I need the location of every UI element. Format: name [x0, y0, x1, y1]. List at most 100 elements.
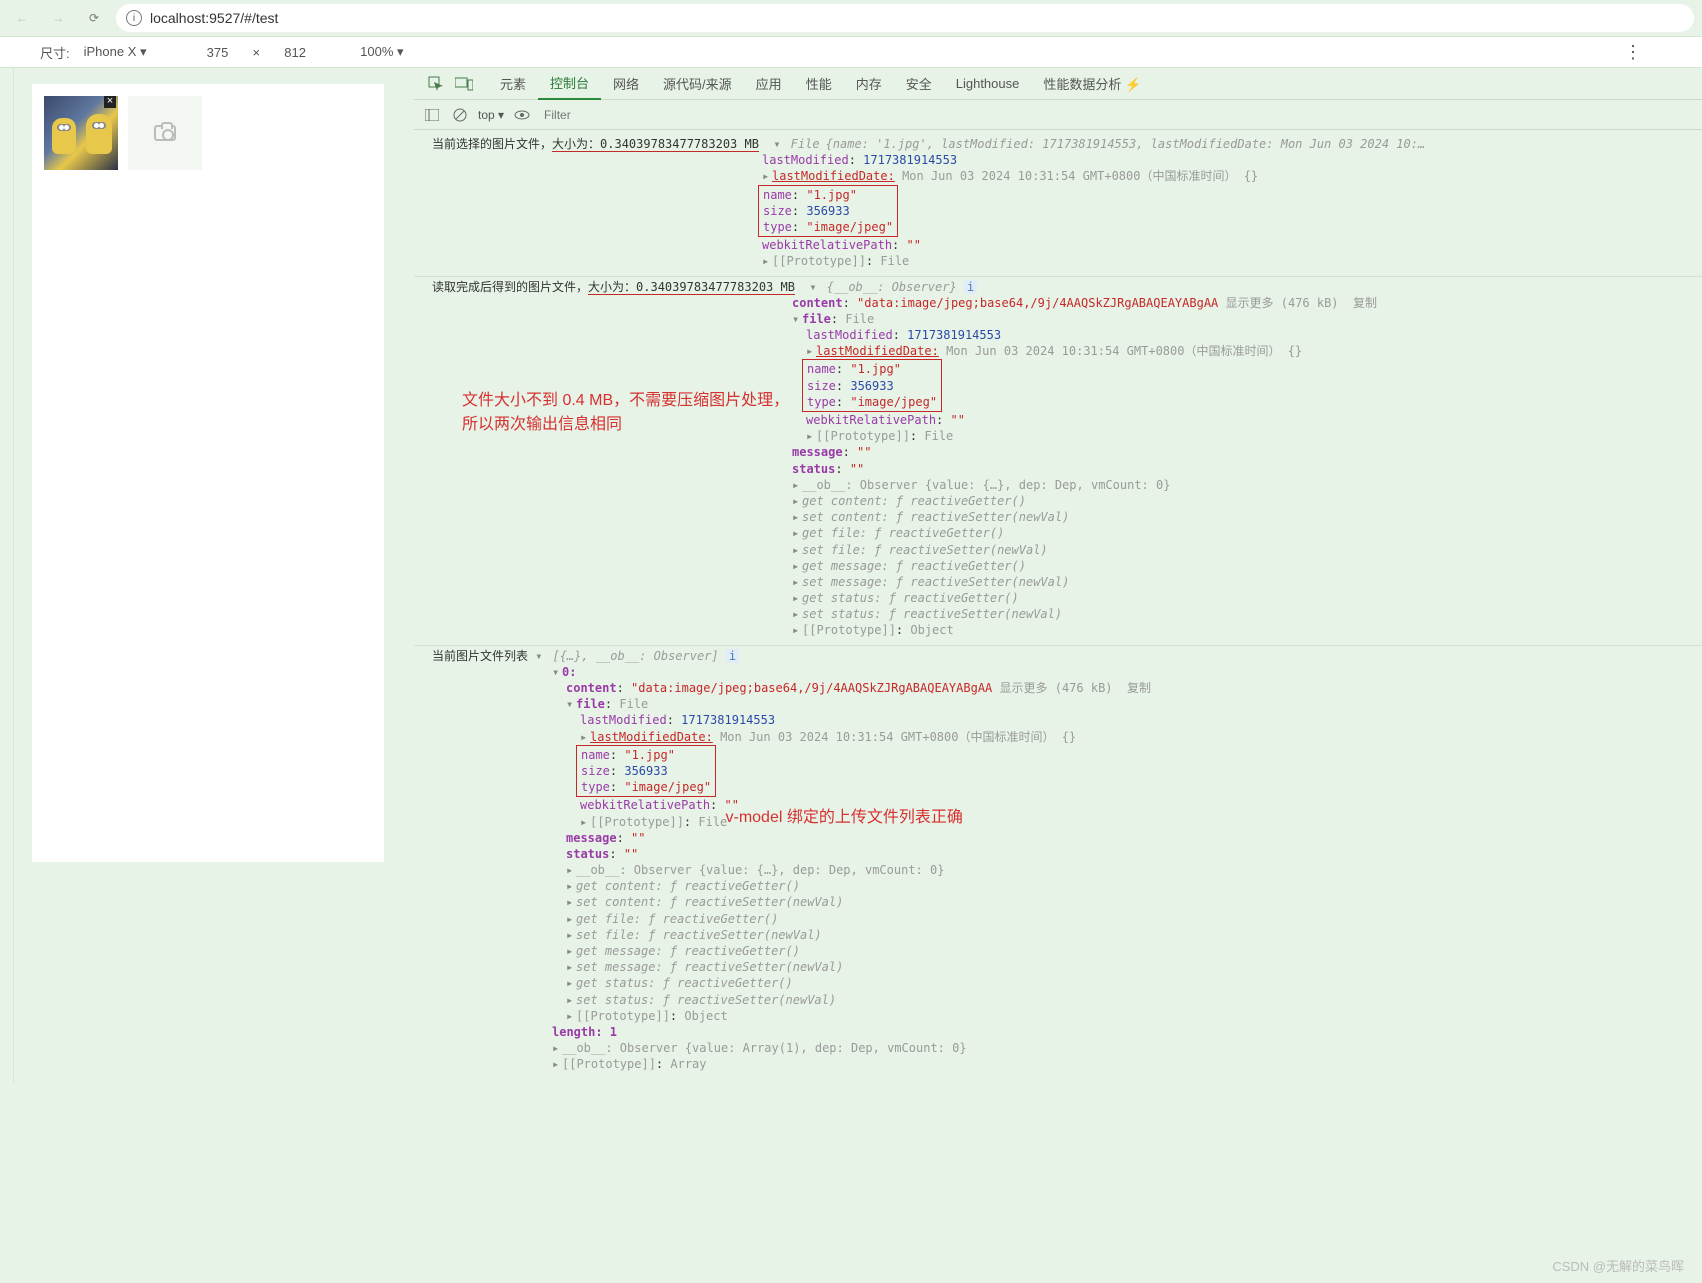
add-image-button[interactable]: [128, 96, 202, 170]
log-size: 大小为：0.34039783477783203 MB: [552, 137, 759, 152]
expand-icon[interactable]: ▸: [792, 590, 802, 606]
info-badge-icon[interactable]: i: [726, 649, 739, 663]
log-text: 读取完成后得到的图片文件，: [432, 280, 588, 294]
highlighted-props: name: "1.jpg" size: 356933 type: "image/…: [802, 359, 942, 412]
tab-perf-insights[interactable]: 性能数据分析 ⚡: [1031, 68, 1153, 99]
expand-icon[interactable]: ▸: [806, 343, 816, 359]
expand-icon[interactable]: ▾: [809, 279, 819, 295]
expand-icon[interactable]: ▾: [535, 648, 545, 664]
info-badge-icon[interactable]: i: [964, 280, 977, 294]
device-toolbar: 尺寸: iPhone X ▾ 375 × 812 100% ▾ ⋮: [0, 36, 1702, 68]
expand-icon[interactable]: ▸: [762, 253, 772, 269]
devtools-tabs: 元素 控制台 网络 源代码/来源 应用 性能 内存 安全 Lighthouse …: [414, 68, 1702, 100]
console-log-entry: 当前图片文件列表 ▾ [{…}, __ob__: Observer] i ▾0:…: [414, 645, 1702, 1079]
address-bar[interactable]: i localhost:9527/#/test: [116, 4, 1694, 32]
prop-val: Mon Jun 03 2024 10:31:54 GMT+0800（中国标准时间…: [902, 169, 1258, 183]
tab-application[interactable]: 应用: [744, 68, 794, 99]
expand-icon[interactable]: ▸: [806, 428, 816, 444]
expand-icon[interactable]: ▾: [773, 136, 783, 152]
copy-link[interactable]: 复制: [1127, 681, 1151, 695]
zoom-select[interactable]: 100% ▾: [360, 44, 403, 60]
height-input[interactable]: 812: [270, 45, 320, 60]
expand-icon[interactable]: ▾: [792, 311, 802, 327]
expand-icon[interactable]: ▾: [552, 664, 562, 680]
tab-elements[interactable]: 元素: [488, 68, 538, 99]
expand-icon[interactable]: ▸: [566, 943, 576, 959]
device-select[interactable]: iPhone X ▾: [84, 44, 147, 60]
expand-icon[interactable]: ▸: [792, 558, 802, 574]
expand-icon[interactable]: ▸: [792, 509, 802, 525]
expand-icon[interactable]: ▸: [580, 814, 590, 830]
more-options-icon[interactable]: ⋮: [1624, 42, 1642, 63]
expand-icon[interactable]: ▾: [566, 696, 576, 712]
array-inline: [{…}, __ob__: Observer]: [552, 649, 718, 663]
expand-icon[interactable]: ▸: [566, 862, 576, 878]
tab-console[interactable]: 控制台: [538, 67, 601, 100]
prop-key[interactable]: lastModifiedDate:: [772, 169, 895, 183]
file-inline: {name: '1.jpg', lastModified: 1717381914…: [826, 136, 1684, 152]
clear-console-icon[interactable]: [450, 105, 470, 125]
expand-icon[interactable]: ▸: [792, 574, 802, 590]
device-toggle-icon[interactable]: [450, 70, 478, 98]
inspect-element-icon[interactable]: [422, 70, 450, 98]
back-button[interactable]: ←: [8, 4, 36, 32]
expand-icon[interactable]: ▸: [566, 911, 576, 927]
forward-button[interactable]: →: [44, 4, 72, 32]
observer-inline: {__ob__: Observer}: [827, 280, 957, 294]
sidebar-toggle-icon[interactable]: [422, 105, 442, 125]
expand-icon[interactable]: ▸: [566, 927, 576, 943]
expand-icon[interactable]: ▸: [552, 1056, 562, 1072]
expand-icon[interactable]: ▸: [792, 477, 802, 493]
dim-x: ×: [253, 45, 261, 60]
image-thumbnail[interactable]: [44, 96, 118, 170]
expand-icon[interactable]: ▸: [792, 606, 802, 622]
reload-button[interactable]: ⟳: [80, 4, 108, 32]
live-expression-icon[interactable]: [512, 105, 532, 125]
highlighted-props: name: "1.jpg" size: 356933 type: "image/…: [758, 185, 898, 238]
prop-val: 1717381914553: [863, 153, 957, 167]
length-key: length: 1: [552, 1025, 617, 1039]
annotation-text: 文件大小不到 0.4 MB，不需要压缩图片处理， 所以两次输出信息相同: [462, 389, 789, 437]
expand-icon[interactable]: ▸: [566, 894, 576, 910]
log-text: 当前图片文件列表: [432, 649, 535, 663]
expand-icon[interactable]: ▸: [792, 542, 802, 558]
prop-key: lastModified: [762, 153, 849, 167]
show-more-link[interactable]: 显示更多 (476 kB): [1000, 681, 1113, 695]
expand-icon[interactable]: ▸: [552, 1040, 562, 1056]
expand-icon[interactable]: ▸: [566, 992, 576, 1008]
dimensions-label: 尺寸:: [40, 43, 70, 62]
device-preview-panel: [14, 68, 414, 1083]
console-log-entry: 当前选择的图片文件，大小为：0.34039783477783203 MB ▾ F…: [414, 134, 1702, 276]
expand-icon[interactable]: ▸: [566, 1008, 576, 1024]
expand-icon[interactable]: ▸: [792, 493, 802, 509]
context-select[interactable]: top ▾: [478, 108, 504, 122]
app-viewport: [32, 84, 384, 862]
index-key: 0:: [562, 665, 576, 679]
copy-link[interactable]: 复制: [1353, 296, 1377, 310]
tab-security[interactable]: 安全: [894, 68, 944, 99]
tab-memory[interactable]: 内存: [844, 68, 894, 99]
expand-icon[interactable]: ▸: [566, 975, 576, 991]
filter-input[interactable]: [540, 108, 1694, 122]
ruler-column: [0, 68, 14, 1083]
expand-icon[interactable]: ▸: [566, 959, 576, 975]
expand-icon[interactable]: ▸: [566, 878, 576, 894]
file-type: File: [791, 137, 820, 151]
show-more-link[interactable]: 显示更多 (476 kB): [1226, 296, 1339, 310]
site-info-icon[interactable]: i: [126, 10, 142, 26]
log-size: 大小为：0.34039783477783203 MB: [588, 280, 795, 295]
console-log-entry: 读取完成后得到的图片文件，大小为：0.34039783477783203 MB …: [414, 276, 1702, 645]
browser-toolbar: ← → ⟳ i localhost:9527/#/test: [0, 0, 1702, 36]
expand-icon[interactable]: ▸: [580, 729, 590, 745]
url-text: localhost:9527/#/test: [150, 10, 278, 26]
tab-performance[interactable]: 性能: [794, 68, 844, 99]
expand-icon[interactable]: ▸: [792, 622, 802, 638]
tab-lighthouse[interactable]: Lighthouse: [944, 70, 1032, 97]
expand-icon[interactable]: ▸: [792, 525, 802, 541]
watermark: CSDN @无解的菜鸟晖: [1552, 1256, 1684, 1275]
expand-icon[interactable]: ▸: [762, 168, 772, 184]
camera-icon: [154, 125, 176, 141]
width-input[interactable]: 375: [193, 45, 243, 60]
tab-network[interactable]: 网络: [601, 68, 651, 99]
tab-sources[interactable]: 源代码/来源: [651, 68, 744, 99]
